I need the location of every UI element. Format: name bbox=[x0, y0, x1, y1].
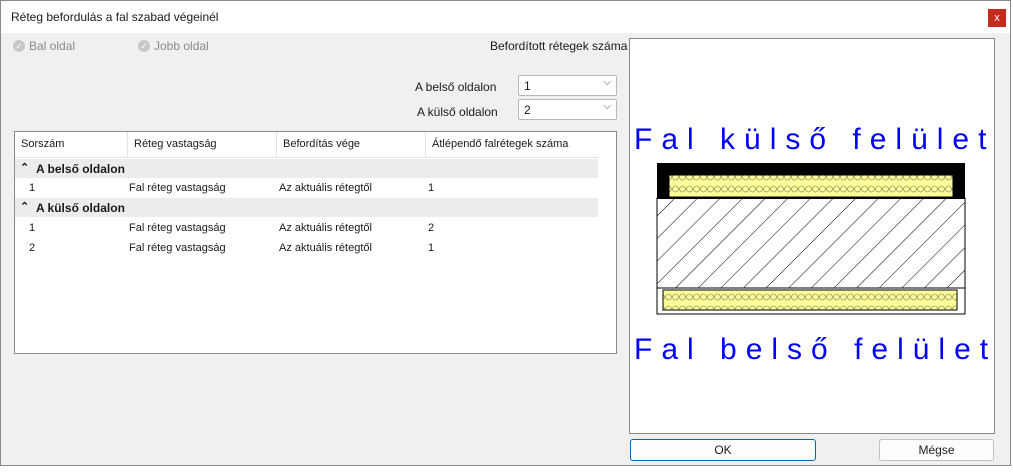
left-side-checkbox[interactable]: ✓ Bal oldal bbox=[13, 39, 75, 53]
layers-to-cross: 1 bbox=[428, 182, 435, 194]
close-icon: x bbox=[994, 12, 1000, 24]
turn-end: Az aktuális rétegtől bbox=[279, 222, 372, 234]
inner-insulation bbox=[662, 289, 958, 311]
table-header: Sorszám Réteg vastagság Befordítás vége … bbox=[15, 132, 598, 158]
close-button[interactable]: x bbox=[988, 9, 1006, 27]
layers-to-cross: 1 bbox=[428, 242, 435, 254]
outer-insulation bbox=[668, 174, 954, 198]
left-side-label: Bal oldal bbox=[29, 39, 76, 53]
outer-side-value: 2 bbox=[524, 103, 531, 117]
inner-side-label: A belső oldalon bbox=[415, 80, 497, 94]
turn-end: Az aktuális rétegtől bbox=[279, 182, 372, 194]
cancel-button[interactable]: Mégse bbox=[879, 439, 994, 461]
collapse-up-icon[interactable]: ⌃ bbox=[20, 161, 29, 174]
chevron-down-icon: ⌵ bbox=[603, 77, 611, 88]
collapse-up-icon[interactable]: ⌃ bbox=[20, 200, 29, 213]
group-label: A belső oldalon bbox=[36, 162, 125, 176]
right-side-checkbox[interactable]: ✓ Jobb oldal bbox=[138, 39, 209, 53]
section-title: Befordított rétegek száma bbox=[490, 39, 628, 53]
group-row-inner[interactable]: ⌃ A belső oldalon bbox=[15, 159, 598, 178]
layers-to-cross: 2 bbox=[428, 222, 435, 234]
check-icon: ✓ bbox=[13, 40, 25, 52]
check-icon: ✓ bbox=[138, 40, 150, 52]
turn-end: Az aktuális rétegtől bbox=[279, 242, 372, 254]
column-header[interactable]: Befordítás vége bbox=[276, 132, 425, 158]
layers-table[interactable]: Sorszám Réteg vastagság Befordítás vége … bbox=[14, 131, 617, 354]
wall-preview: Fal külső felület Fal belső felület bbox=[629, 38, 995, 434]
row-number: 1 bbox=[29, 222, 36, 234]
inner-surface-text: Fal belső felület bbox=[634, 333, 994, 366]
row-number: 2 bbox=[29, 242, 36, 254]
table-row[interactable]: 2 Fal réteg vastagság Az aktuális rétegt… bbox=[15, 238, 598, 258]
table-row[interactable]: 1 Fal réteg vastagság Az aktuális rétegt… bbox=[15, 218, 598, 238]
group-row-outer[interactable]: ⌃ A külső oldalon bbox=[15, 198, 598, 217]
layer-thickness: Fal réteg vastagság bbox=[129, 242, 226, 254]
window-title: Réteg befordulás a fal szabad végeinél bbox=[11, 10, 219, 24]
row-number: 1 bbox=[29, 182, 36, 194]
layer-thickness: Fal réteg vastagság bbox=[129, 222, 226, 234]
outer-surface-text: Fal külső felület bbox=[634, 123, 994, 156]
table-row[interactable]: 1 Fal réteg vastagság Az aktuális rétegt… bbox=[15, 178, 598, 198]
layer-thickness: Fal réteg vastagság bbox=[129, 182, 226, 194]
column-header[interactable]: Átlépendő falrétegek száma bbox=[425, 132, 598, 158]
inner-side-value: 1 bbox=[524, 79, 531, 93]
wall-core bbox=[656, 197, 966, 289]
ok-button[interactable]: OK bbox=[630, 439, 816, 461]
outer-side-select[interactable]: 2 ⌵ bbox=[518, 99, 617, 120]
group-label: A külső oldalon bbox=[36, 201, 125, 215]
outer-side-label: A külső oldalon bbox=[417, 105, 498, 119]
column-header[interactable]: Sorszám bbox=[15, 132, 127, 158]
column-header[interactable]: Réteg vastagság bbox=[127, 132, 276, 158]
chevron-down-icon: ⌵ bbox=[603, 101, 611, 112]
inner-side-select[interactable]: 1 ⌵ bbox=[518, 75, 617, 96]
dialog-window: Réteg befordulás a fal szabad végeinél x… bbox=[0, 0, 1011, 466]
right-side-label: Jobb oldal bbox=[154, 39, 209, 53]
wall-section-drawing: Fal külső felület Fal belső felület bbox=[634, 123, 994, 366]
title-bar: Réteg befordulás a fal szabad végeinél x bbox=[1, 1, 1010, 33]
